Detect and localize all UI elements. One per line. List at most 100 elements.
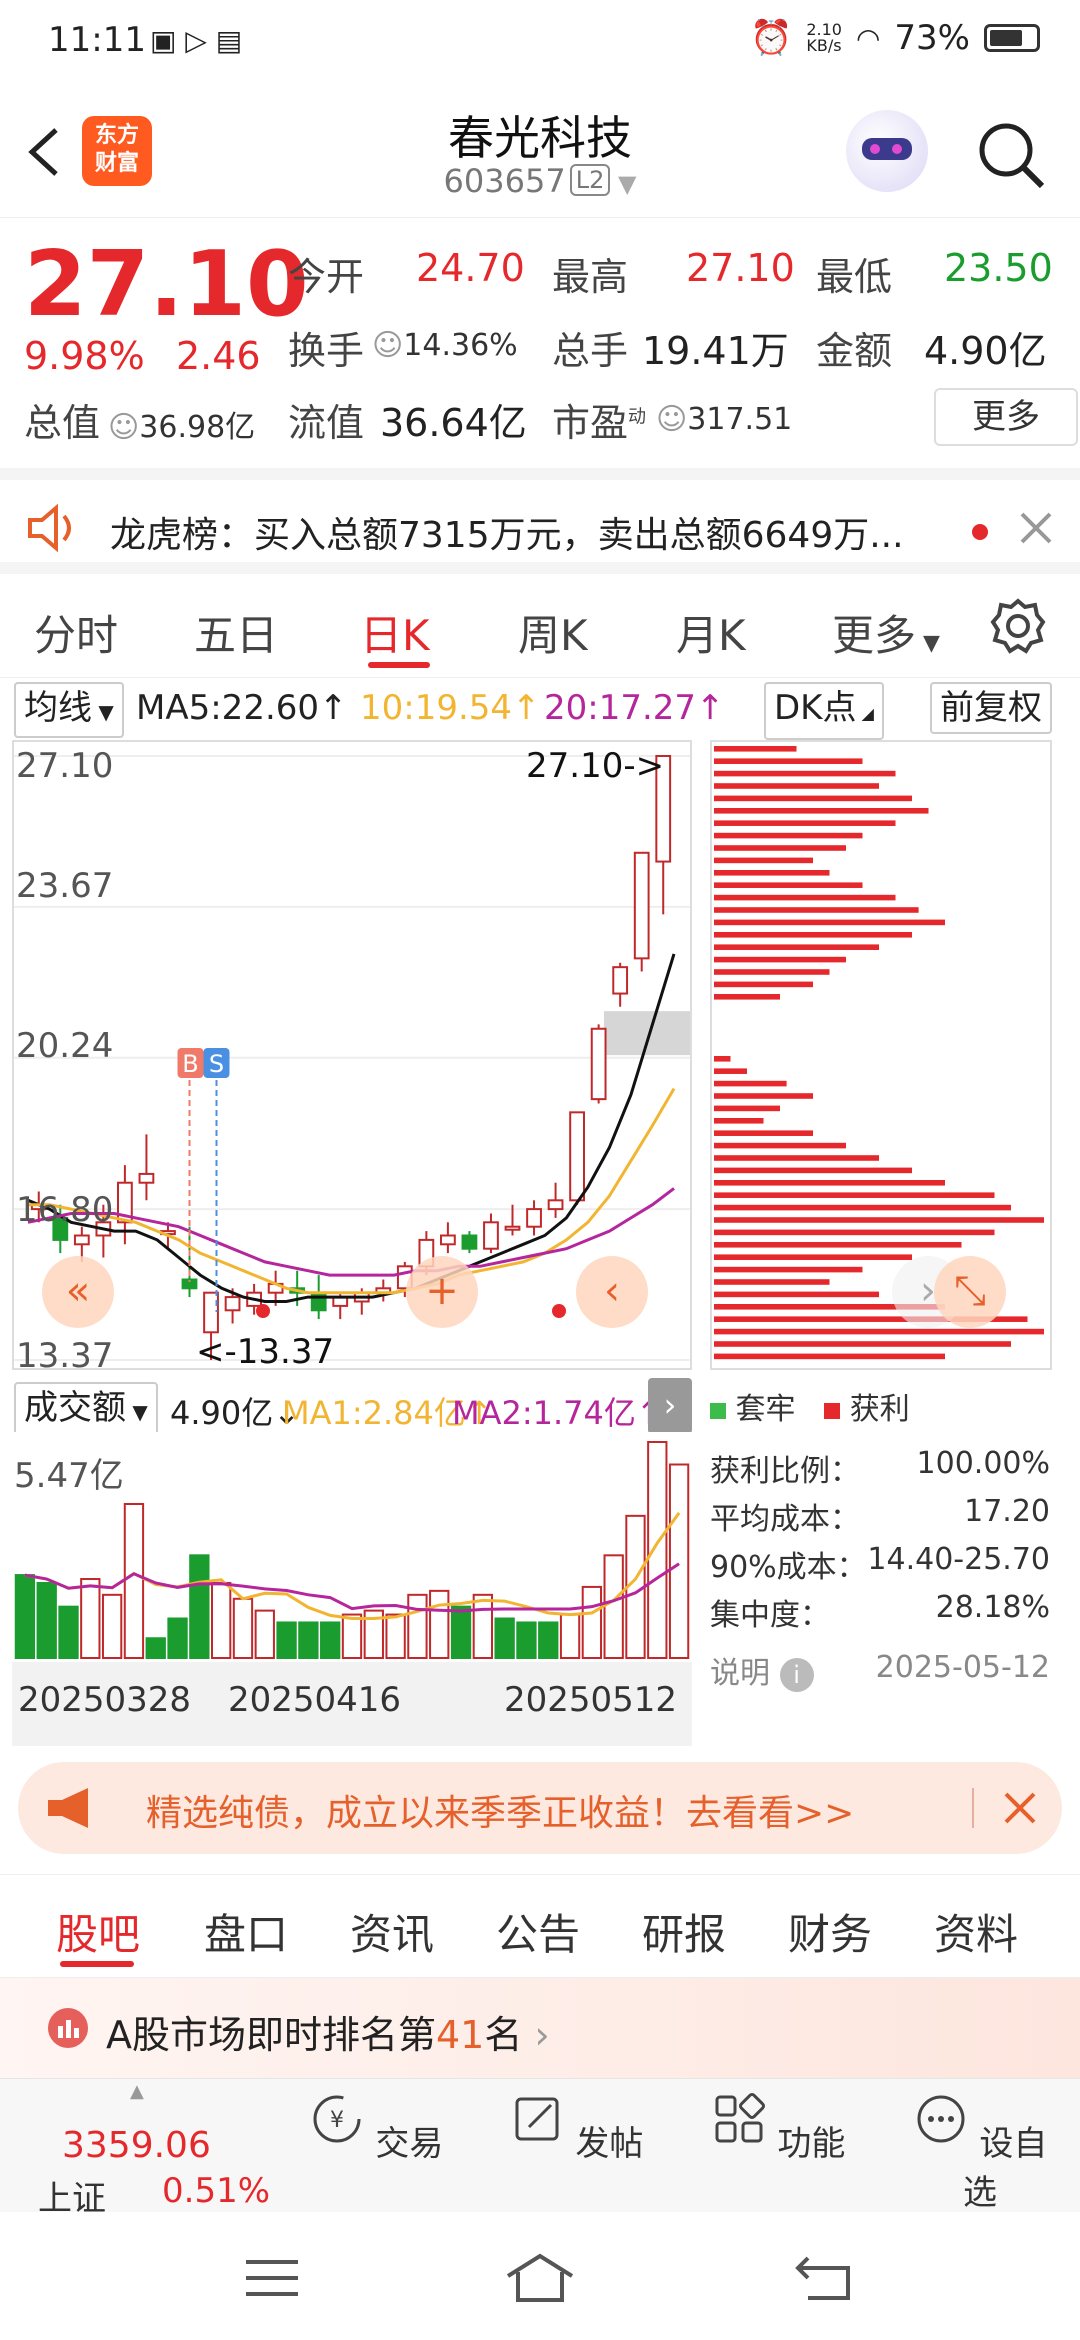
volume-bar (14, 1574, 36, 1659)
index-value[interactable]: 3359.06 (62, 2125, 211, 2166)
tab-monthly-k[interactable]: 月K (676, 602, 746, 663)
search-icon[interactable] (976, 120, 1048, 192)
menu-icon[interactable] (244, 2256, 300, 2300)
volume-bar (385, 1613, 406, 1659)
ma10-value: 10:19.54↑ (360, 688, 541, 728)
tab-daily-k[interactable]: 日K (360, 602, 430, 663)
chip-bar (714, 1229, 995, 1236)
tab-profile[interactable]: 资料 (934, 1901, 1018, 1962)
chip-bar (714, 907, 919, 913)
home-icon[interactable] (504, 2252, 576, 2304)
event-dot[interactable] (256, 1304, 270, 1318)
stats-date: 2025-05-12 (875, 1650, 1050, 1685)
tab-guba[interactable]: 股吧 (56, 1901, 140, 1962)
volume-ma-line (24, 1562, 680, 1613)
tab-finance[interactable]: 财务 (788, 1901, 872, 1962)
tab-news[interactable]: 资讯 (350, 1901, 434, 1962)
chip-bar (714, 1242, 962, 1248)
tab-five-day[interactable]: 五日 (194, 602, 278, 663)
bottom-toolbar: 3359.06 上证 0.51% ▲ ¥ 交易 发帖 功能 设自选 (0, 2078, 1080, 2219)
buy-marker-label: B (182, 1050, 198, 1078)
l2-badge: L2 (569, 164, 611, 196)
battery-text: 73% (894, 18, 970, 58)
tab-weekly-k[interactable]: 周K (518, 602, 588, 663)
chip-bar (714, 1192, 995, 1198)
amount-value: 4.90亿 (924, 329, 1047, 373)
info-icon: ☺ (108, 410, 140, 445)
avg-cost-value: 17.20 (964, 1494, 1050, 1529)
mktcap-label: 总值 (24, 401, 101, 445)
scroll-left-button[interactable]: ‹ (576, 1256, 648, 1328)
trade-button[interactable]: ¥ 交易 (296, 2091, 456, 2165)
post-button[interactable]: 发帖 (496, 2091, 656, 2165)
adjust-button[interactable]: 前复权 (930, 682, 1052, 734)
expand-panel-button[interactable]: › (648, 1378, 692, 1434)
dk-button[interactable]: DK点 ◢ (764, 682, 884, 740)
wifi-icon: ◠ (855, 21, 881, 55)
float-value: 36.64亿 (380, 401, 527, 445)
info-icon: ☺ (372, 328, 404, 363)
close-icon[interactable] (1002, 1790, 1038, 1826)
event-dot[interactable] (552, 1304, 566, 1318)
change-amount: 2.46 (176, 334, 261, 378)
tab-pankou[interactable]: 盘口 (204, 1901, 288, 1962)
add-watchlist-button[interactable]: 设自选 (900, 2091, 1060, 2214)
expand-icon[interactable]: ⤡ (934, 1256, 1006, 1328)
candle-body (612, 966, 629, 995)
speaker-icon (28, 504, 71, 552)
ma-selector[interactable]: 均线 ▼ (14, 682, 124, 738)
volume-bar (647, 1441, 668, 1659)
functions-button[interactable]: 功能 (698, 2091, 858, 2165)
turnover-value: ☺14.36% (372, 328, 518, 363)
divider (972, 1788, 974, 1828)
tab-announcements[interactable]: 公告 (496, 1901, 580, 1962)
chip-bar (714, 832, 863, 839)
chip-bar (714, 894, 896, 901)
promo-banner[interactable]: 精选纯债，成立以来季季正收益！去看看>> (18, 1762, 1062, 1854)
candle-body (526, 1208, 542, 1228)
volume-selector[interactable]: 成交额 ▼ (14, 1382, 158, 1438)
help-link[interactable]: 说明 i (710, 1648, 814, 1692)
back-nav-icon[interactable] (794, 2254, 854, 2302)
edit-icon (515, 2097, 559, 2141)
candle-body (461, 1234, 478, 1250)
tab-research[interactable]: 研报 (642, 1901, 726, 1962)
volume-label: 总手 (552, 329, 629, 373)
dragon-tiger-notice[interactable]: 龙虎榜：买入总额7315万元，卖出总额6649万... (0, 468, 1080, 574)
chip-bar (714, 758, 863, 764)
volume-row: 成交额 ▼ 4.90亿↓ MA1:2.84亿↑ MA2:1.74亿↑ › (0, 1378, 700, 1438)
gear-icon[interactable] (990, 598, 1046, 654)
chip-bar (714, 783, 879, 789)
y-tick: 13.37 (16, 1336, 114, 1376)
tab-intraday[interactable]: 分时 (34, 602, 118, 663)
robot-assistant-icon[interactable] (846, 110, 928, 192)
avg-cost-label: 平均成本： (710, 1502, 860, 1537)
x-tick: 20250512 (504, 1680, 678, 1720)
profit-ratio-value: 100.00% (916, 1446, 1050, 1481)
vol-ma2: MA2:1.74亿↑ (452, 1394, 663, 1432)
candle-body (310, 1291, 327, 1312)
market-rank[interactable]: A股市场即时排名第41名 › (0, 1978, 1080, 2078)
rank-text: A股市场即时排名第41名 › (106, 2013, 550, 2057)
chip-distribution[interactable]: › ⤡ (710, 740, 1052, 1370)
info-icon: i (779, 1658, 814, 1692)
zoom-in-button[interactable]: + (406, 1256, 478, 1328)
ma20-value: 20:17.27↑ (544, 688, 725, 728)
chevron-right-icon: › (534, 2013, 550, 2057)
candle-body (569, 1111, 585, 1202)
candle-body (483, 1221, 499, 1250)
close-icon[interactable] (1018, 510, 1054, 546)
chip-bar (714, 1080, 787, 1087)
volume-bar (276, 1621, 297, 1659)
candle-body (138, 1172, 155, 1184)
open-label: 今开 (288, 255, 365, 299)
chip-bar (714, 857, 813, 864)
float-label: 流值 (288, 401, 365, 445)
chip-bar (714, 994, 780, 1000)
rewind-button[interactable]: « (42, 1256, 114, 1328)
chip-bar (714, 1167, 912, 1174)
kline-chart[interactable]: BS 27.10 23.67 20.24 16.80 13.37 27.10->… (12, 740, 692, 1376)
more-button[interactable]: 更多 (934, 388, 1078, 446)
tab-more[interactable]: 更多 ▼ (832, 602, 940, 663)
chip-bar (714, 882, 863, 888)
